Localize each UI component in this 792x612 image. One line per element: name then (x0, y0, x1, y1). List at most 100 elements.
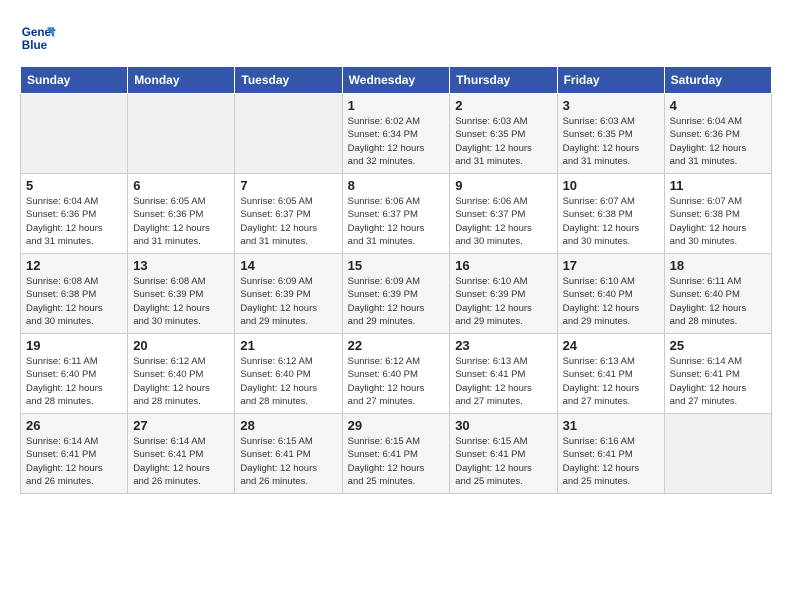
calendar-cell: 16 Sunrise: 6:10 AM Sunset: 6:39 PM Dayli… (450, 254, 557, 334)
calendar-cell: 10 Sunrise: 6:07 AM Sunset: 6:38 PM Dayli… (557, 174, 664, 254)
day-info: Sunrise: 6:15 AM Sunset: 6:41 PM Dayligh… (240, 435, 336, 488)
day-number: 5 (26, 178, 122, 193)
day-info: Sunrise: 6:05 AM Sunset: 6:36 PM Dayligh… (133, 195, 229, 248)
day-number: 22 (348, 338, 445, 353)
day-number: 9 (455, 178, 551, 193)
calendar-week-row: 12 Sunrise: 6:08 AM Sunset: 6:38 PM Dayli… (21, 254, 772, 334)
calendar-cell: 29Sunrise: 6:15 AM Sunset: 6:41 PM Dayli… (342, 414, 450, 494)
calendar-cell (664, 414, 771, 494)
day-number: 28 (240, 418, 336, 433)
day-info: Sunrise: 6:12 AM Sunset: 6:40 PM Dayligh… (348, 355, 445, 408)
day-info: Sunrise: 6:09 AM Sunset: 6:39 PM Dayligh… (348, 275, 445, 328)
day-number: 19 (26, 338, 122, 353)
day-number: 1 (348, 98, 445, 113)
weekday-header-wednesday: Wednesday (342, 67, 450, 94)
calendar-cell: 3Sunrise: 6:03 AM Sunset: 6:35 PM Daylig… (557, 94, 664, 174)
day-number: 11 (670, 178, 766, 193)
day-number: 7 (240, 178, 336, 193)
day-number: 27 (133, 418, 229, 433)
logo-icon: General Blue (20, 20, 56, 56)
calendar-cell: 13 Sunrise: 6:08 AM Sunset: 6:39 PM Dayli… (128, 254, 235, 334)
day-info: Sunrise: 6:04 AM Sunset: 6:36 PM Dayligh… (670, 115, 766, 168)
weekday-header-saturday: Saturday (664, 67, 771, 94)
calendar-cell: 21Sunrise: 6:12 AM Sunset: 6:40 PM Dayli… (235, 334, 342, 414)
day-number: 6 (133, 178, 229, 193)
calendar-cell: 23Sunrise: 6:13 AM Sunset: 6:41 PM Dayli… (450, 334, 557, 414)
day-info: Sunrise: 6:06 AM Sunset: 6:37 PM Dayligh… (455, 195, 551, 248)
calendar-cell: 15 Sunrise: 6:09 AM Sunset: 6:39 PM Dayli… (342, 254, 450, 334)
day-number: 26 (26, 418, 122, 433)
calendar-cell (235, 94, 342, 174)
calendar-cell: 24 Sunrise: 6:13 AM Sunset: 6:41 PM Dayli… (557, 334, 664, 414)
day-info: Sunrise: 6:06 AM Sunset: 6:37 PM Dayligh… (348, 195, 445, 248)
day-info: Sunrise: 6:09 AM Sunset: 6:39 PM Dayligh… (240, 275, 336, 328)
calendar-week-row: 5 Sunrise: 6:04 AM Sunset: 6:36 PM Daylig… (21, 174, 772, 254)
day-info: Sunrise: 6:03 AM Sunset: 6:35 PM Dayligh… (563, 115, 659, 168)
calendar-cell: 22 Sunrise: 6:12 AM Sunset: 6:40 PM Dayli… (342, 334, 450, 414)
day-number: 30 (455, 418, 551, 433)
calendar-cell: 30 Sunrise: 6:15 AM Sunset: 6:41 PM Dayli… (450, 414, 557, 494)
day-info: Sunrise: 6:04 AM Sunset: 6:36 PM Dayligh… (26, 195, 122, 248)
logo: General Blue (20, 20, 56, 56)
day-info: Sunrise: 6:07 AM Sunset: 6:38 PM Dayligh… (563, 195, 659, 248)
calendar-cell: 28 Sunrise: 6:15 AM Sunset: 6:41 PM Dayli… (235, 414, 342, 494)
calendar-cell: 26 Sunrise: 6:14 AM Sunset: 6:41 PM Dayli… (21, 414, 128, 494)
day-info: Sunrise: 6:10 AM Sunset: 6:39 PM Dayligh… (455, 275, 551, 328)
calendar-cell: 1Sunrise: 6:02 AM Sunset: 6:34 PM Daylig… (342, 94, 450, 174)
day-number: 12 (26, 258, 122, 273)
day-number: 4 (670, 98, 766, 113)
day-number: 29 (348, 418, 445, 433)
calendar-cell: 6 Sunrise: 6:05 AM Sunset: 6:36 PM Daylig… (128, 174, 235, 254)
calendar-cell: 4 Sunrise: 6:04 AM Sunset: 6:36 PM Daylig… (664, 94, 771, 174)
weekday-header-row: SundayMondayTuesdayWednesdayThursdayFrid… (21, 67, 772, 94)
day-info: Sunrise: 6:14 AM Sunset: 6:41 PM Dayligh… (670, 355, 766, 408)
svg-text:Blue: Blue (22, 39, 48, 52)
calendar-cell: 5 Sunrise: 6:04 AM Sunset: 6:36 PM Daylig… (21, 174, 128, 254)
day-info: Sunrise: 6:03 AM Sunset: 6:35 PM Dayligh… (455, 115, 551, 168)
day-number: 21 (240, 338, 336, 353)
calendar-cell: 8 Sunrise: 6:06 AM Sunset: 6:37 PM Daylig… (342, 174, 450, 254)
day-number: 24 (563, 338, 659, 353)
calendar-week-row: 19 Sunrise: 6:11 AM Sunset: 6:40 PM Dayli… (21, 334, 772, 414)
day-info: Sunrise: 6:08 AM Sunset: 6:39 PM Dayligh… (133, 275, 229, 328)
day-info: Sunrise: 6:14 AM Sunset: 6:41 PM Dayligh… (133, 435, 229, 488)
weekday-header-sunday: Sunday (21, 67, 128, 94)
page-header: General Blue (20, 20, 772, 56)
day-number: 10 (563, 178, 659, 193)
day-number: 25 (670, 338, 766, 353)
weekday-header-thursday: Thursday (450, 67, 557, 94)
day-info: Sunrise: 6:07 AM Sunset: 6:38 PM Dayligh… (670, 195, 766, 248)
calendar-cell: 12 Sunrise: 6:08 AM Sunset: 6:38 PM Dayli… (21, 254, 128, 334)
day-info: Sunrise: 6:13 AM Sunset: 6:41 PM Dayligh… (563, 355, 659, 408)
calendar-week-row: 1Sunrise: 6:02 AM Sunset: 6:34 PM Daylig… (21, 94, 772, 174)
calendar-cell: 20 Sunrise: 6:12 AM Sunset: 6:40 PM Dayli… (128, 334, 235, 414)
day-number: 8 (348, 178, 445, 193)
day-number: 18 (670, 258, 766, 273)
day-info: Sunrise: 6:12 AM Sunset: 6:40 PM Dayligh… (133, 355, 229, 408)
calendar-table: SundayMondayTuesdayWednesdayThursdayFrid… (20, 66, 772, 494)
day-number: 20 (133, 338, 229, 353)
weekday-header-tuesday: Tuesday (235, 67, 342, 94)
day-info: Sunrise: 6:14 AM Sunset: 6:41 PM Dayligh… (26, 435, 122, 488)
day-number: 31 (563, 418, 659, 433)
day-info: Sunrise: 6:11 AM Sunset: 6:40 PM Dayligh… (26, 355, 122, 408)
day-info: Sunrise: 6:10 AM Sunset: 6:40 PM Dayligh… (563, 275, 659, 328)
day-info: Sunrise: 6:05 AM Sunset: 6:37 PM Dayligh… (240, 195, 336, 248)
calendar-cell: 18Sunrise: 6:11 AM Sunset: 6:40 PM Dayli… (664, 254, 771, 334)
calendar-cell: 14 Sunrise: 6:09 AM Sunset: 6:39 PM Dayli… (235, 254, 342, 334)
weekday-header-friday: Friday (557, 67, 664, 94)
calendar-cell: 2Sunrise: 6:03 AM Sunset: 6:35 PM Daylig… (450, 94, 557, 174)
calendar-cell (21, 94, 128, 174)
calendar-cell: 31Sunrise: 6:16 AM Sunset: 6:41 PM Dayli… (557, 414, 664, 494)
day-info: Sunrise: 6:13 AM Sunset: 6:41 PM Dayligh… (455, 355, 551, 408)
day-number: 13 (133, 258, 229, 273)
day-info: Sunrise: 6:15 AM Sunset: 6:41 PM Dayligh… (455, 435, 551, 488)
day-number: 14 (240, 258, 336, 273)
calendar-cell (128, 94, 235, 174)
day-number: 15 (348, 258, 445, 273)
weekday-header-monday: Monday (128, 67, 235, 94)
day-number: 16 (455, 258, 551, 273)
calendar-cell: 25 Sunrise: 6:14 AM Sunset: 6:41 PM Dayli… (664, 334, 771, 414)
day-info: Sunrise: 6:08 AM Sunset: 6:38 PM Dayligh… (26, 275, 122, 328)
calendar-cell: 17Sunrise: 6:10 AM Sunset: 6:40 PM Dayli… (557, 254, 664, 334)
